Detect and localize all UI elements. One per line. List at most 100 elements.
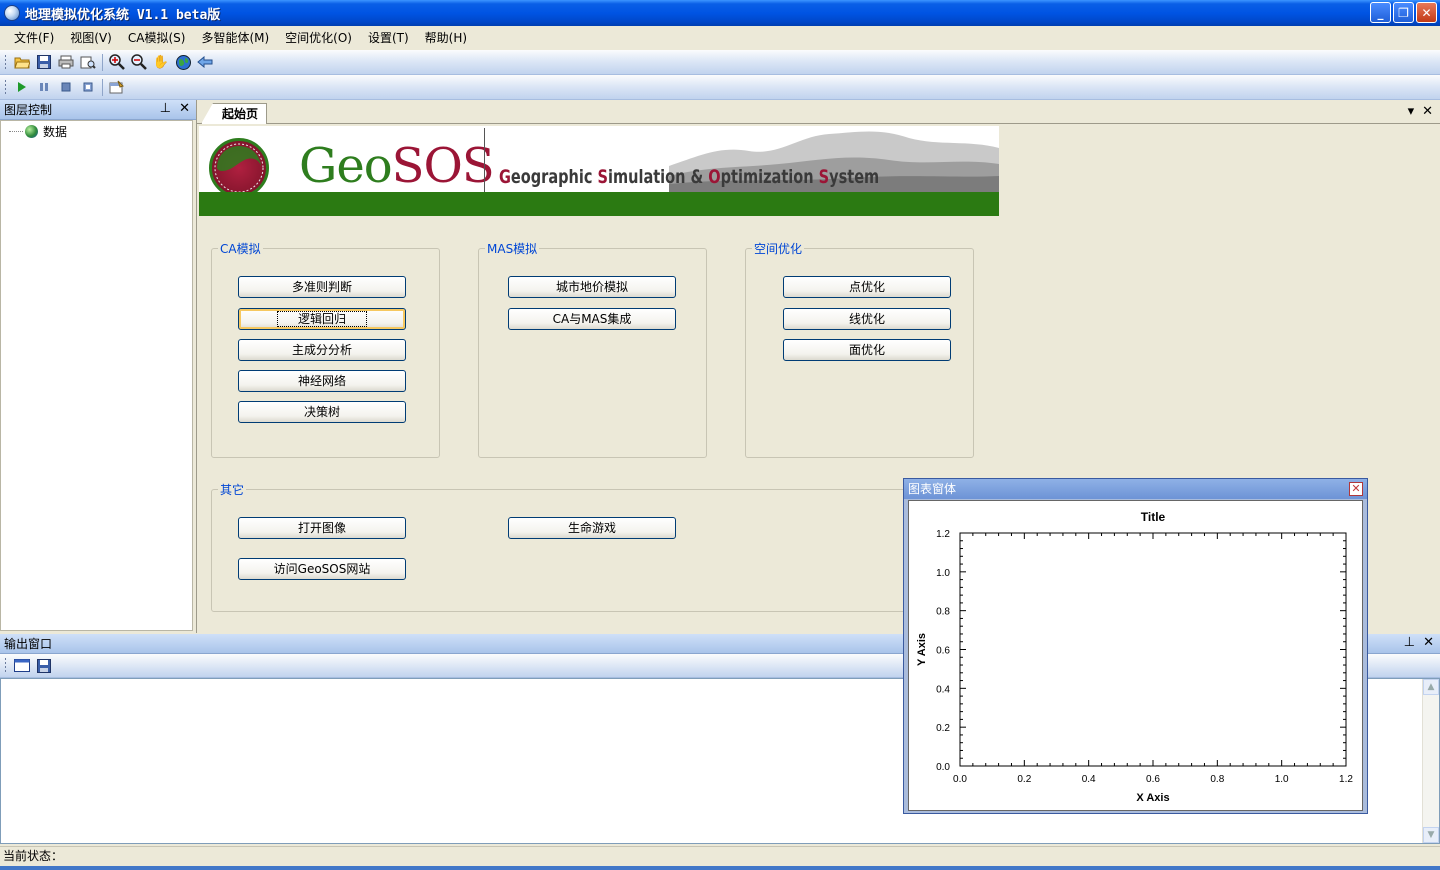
multi-criteria-button[interactable]: 多准则判断 [238,276,406,298]
menu-multi-agent[interactable]: 多智能体(M) [193,27,277,49]
group-mas-title: MAS模拟 [485,240,540,257]
scroll-down-icon[interactable]: ▼ [1423,827,1439,843]
back-arrow-icon[interactable] [194,52,216,72]
ca-mas-integration-button[interactable]: CA与MAS集成 [508,308,676,330]
title-bar: 地理模拟优化系统 V1.1 beta版 _ ❐ ✕ [0,0,1440,26]
pause-icon[interactable] [33,77,55,97]
tab-list-dropdown-icon[interactable]: ▾ [1408,104,1415,119]
x-axis-label: X Axis [1136,792,1169,804]
tagline-segment: S [597,166,608,188]
y-tick-label: 0.2 [936,723,950,734]
toolbar-grip[interactable] [4,78,7,96]
full-extent-globe-icon[interactable] [172,52,194,72]
area-optimization-button[interactable]: 面优化 [783,339,951,361]
logistic-regression-button[interactable]: 逻辑回归 [238,308,406,330]
tree-node-label: 数据 [43,125,68,139]
close-icon[interactable]: ✕ [179,101,190,116]
app-icon [4,5,20,21]
geosos-wordmark: GeoSOS [299,138,495,194]
tree-node-data[interactable]: 数据 [9,123,67,140]
menu-spatial-optimization[interactable]: 空间优化(O) [277,27,360,49]
close-document-icon[interactable]: ✕ [1422,104,1433,119]
menu-view[interactable]: 视图(V) [62,27,120,49]
y-axis-label: Y Axis [916,633,928,666]
chart-title: Title [1141,510,1166,524]
layer-control-panel: 图层控制 ⊥ ✕ 数据 [0,100,196,633]
zoom-out-icon[interactable] [128,52,150,72]
toolbar-grip[interactable] [4,53,7,71]
status-bar: 当前状态： [0,846,1440,870]
tagline-segment: S [818,166,830,188]
output-scrollbar[interactable]: ▲ ▼ [1422,679,1439,843]
stop-icon[interactable] [55,77,77,97]
x-tick-label: 1.2 [1339,774,1353,785]
decision-tree-button[interactable]: 决策树 [238,401,406,423]
simulation-toolbar [0,75,1440,100]
y-tick-label: 0.4 [936,684,950,695]
y-tick-label: 0.6 [936,646,950,657]
zoom-in-icon[interactable] [106,52,128,72]
y-tick-label: 1.0 [936,568,950,579]
group-other-title: 其它 [218,481,247,498]
tagline-segment: eographic [510,166,598,188]
x-tick-label: 1.0 [1275,774,1289,785]
print-preview-icon[interactable] [77,52,99,72]
geosos-logo [209,138,269,198]
close-button[interactable]: ✕ [1416,2,1437,23]
open-image-button[interactable]: 打开图像 [238,517,406,539]
group-ca-title: CA模拟 [218,240,263,257]
chart-body: Title X Axis Y Axis 0.0 0.2 0.4 0.6 0.8 1.0 1.2 0.… [908,500,1363,811]
chart-svg: Title X Axis Y Axis 0.0 0.2 0.4 0.6 0.8 1.0 1.2 0.… [916,510,1353,804]
status-label: 当前状态： [3,849,64,863]
pin-icon[interactable]: ⊥ [160,101,171,116]
visit-geosos-website-button[interactable]: 访问GeoSOS网站 [238,558,406,580]
tagline-segment: ystem [829,166,880,188]
scroll-up-icon[interactable]: ▲ [1423,679,1439,695]
group-opt-title: 空间优化 [752,240,805,257]
tagline-segment: ptimization [720,166,819,188]
geosos-banner: GeoSOS Geographic Simulation & Optimizat… [199,126,999,216]
urban-land-price-button[interactable]: 城市地价模拟 [508,276,676,298]
y-tick-label: 0.8 [936,607,950,618]
tab-start-page[interactable]: 起始页 [201,103,268,124]
save-icon[interactable] [33,656,55,676]
step-icon[interactable] [77,77,99,97]
point-optimization-button[interactable]: 点优化 [783,276,951,298]
properties-icon[interactable] [106,77,128,97]
banner-green-bar [199,192,999,216]
group-spatial-optimization: 空间优化 点优化 线优化 面优化 [745,240,974,458]
chart-window-title: 图表窗体 [908,482,957,496]
restore-button[interactable]: ❐ [1393,2,1414,23]
layer-tree[interactable]: 数据 [0,120,193,631]
y-tick-label: 1.2 [936,529,950,540]
clear-icon[interactable] [11,656,33,676]
chart-window[interactable]: 图表窗体 ✕ Title X Axis Y Axis 0.0 0.2 0.4 0.6 0.8 1… [903,478,1368,814]
save-icon[interactable] [33,52,55,72]
neural-network-button[interactable]: 神经网络 [238,370,406,392]
menu-file[interactable]: 文件(F) [6,27,62,49]
line-optimization-button[interactable]: 线优化 [783,308,951,330]
menu-help[interactable]: 帮助(H) [417,27,475,49]
pan-hand-icon[interactable]: ✋ [150,52,172,72]
open-folder-icon[interactable] [11,52,33,72]
pca-button[interactable]: 主成分分析 [238,339,406,361]
tagline-segment: O [708,166,721,188]
print-icon[interactable] [55,52,77,72]
chart-close-button[interactable]: ✕ [1349,482,1363,496]
close-icon[interactable]: ✕ [1423,635,1434,650]
banner-tagline: Geographic Simulation & Optimization Sys… [499,166,879,188]
minimize-button[interactable]: _ [1370,2,1391,23]
pin-icon[interactable]: ⊥ [1404,635,1415,650]
chart-window-titlebar[interactable]: 图表窗体 ✕ [904,479,1367,499]
output-title: 输出窗口 [4,637,53,651]
x-tick-label: 0.8 [1210,774,1224,785]
x-tick-label: 0.4 [1082,774,1096,785]
menu-settings[interactable]: 设置(T) [360,27,417,49]
game-of-life-button[interactable]: 生命游戏 [508,517,676,539]
toolbar-grip[interactable] [4,657,7,674]
menu-bar: 文件(F) 视图(V) CA模拟(S) 多智能体(M) 空间优化(O) 设置(T… [0,26,1440,50]
menu-ca-simulation[interactable]: CA模拟(S) [120,27,194,49]
globe-icon [25,125,38,138]
x-tick-label: 0.6 [1146,774,1160,785]
play-icon[interactable] [11,77,33,97]
